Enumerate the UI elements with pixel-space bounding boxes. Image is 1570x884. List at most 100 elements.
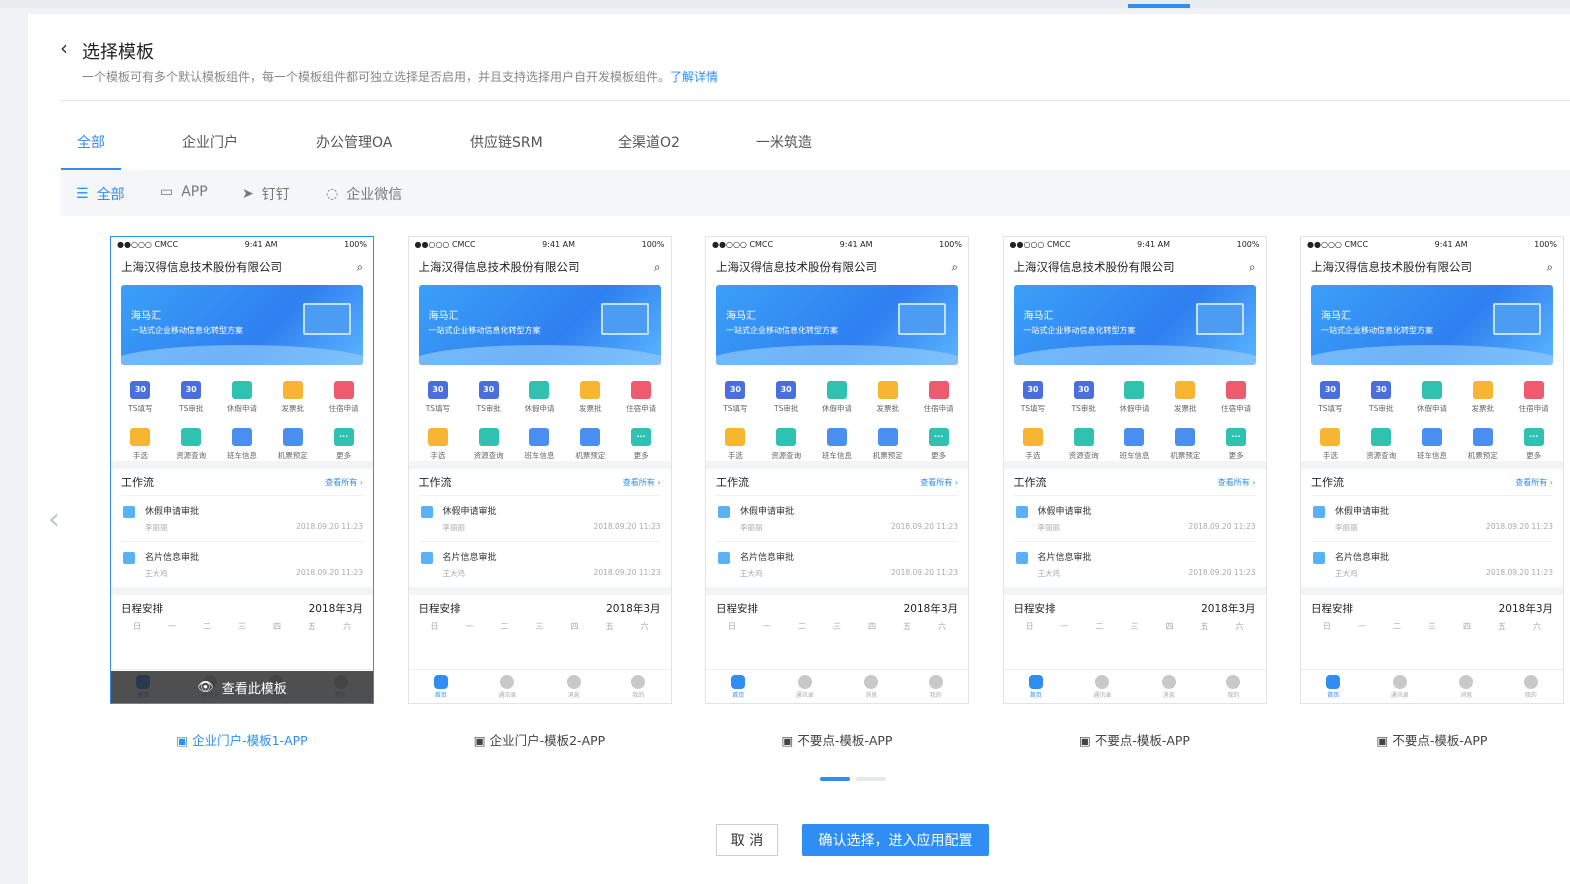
card-icon [123, 552, 135, 564]
weekday: 日 [133, 622, 141, 631]
back-chevron-icon[interactable]: ‹ [60, 38, 68, 58]
app-icon [631, 381, 652, 399]
banner-wave [418, 345, 661, 365]
carousel-dot-2[interactable] [856, 777, 886, 781]
app-icon: 30 [1073, 381, 1094, 399]
app-grid-label: 更多 [931, 451, 947, 460]
app-grid-label: 更多 [1228, 451, 1244, 460]
tab-oa[interactable]: 办公管理OA [316, 132, 392, 170]
template-card[interactable]: ●●○○○ CMCC 9:41 AM 100% 上海汉得信息技术股份有限公司 ⌕ 海马… [705, 236, 969, 704]
template-card-label[interactable]: ▣ 不要点-模板-APP [1003, 730, 1267, 749]
workflow-section: 工作流 查看所有 › 休假申请审批 李丽丽 2018.09.20 11:23 名片信息… [1301, 461, 1563, 587]
workflow-item-date: 2018.09.20 11:23 [1188, 522, 1256, 531]
clock: 9:41 AM [542, 239, 576, 249]
company-name: 上海汉得信息技术股份有限公司 [716, 260, 877, 274]
banner-title: 海马汇 [1321, 311, 1351, 322]
app-grid-item: 发票批 [1457, 381, 1508, 414]
workflow-item: 休假申请审批 李丽丽 2018.09.20 11:23 [121, 495, 363, 541]
app-grid-item: ··· 更多 [913, 428, 964, 461]
schedule-month: 2018年3月 [1201, 602, 1256, 615]
workflow-item: 休假申请审批 李丽丽 2018.09.20 11:23 [418, 495, 661, 541]
carousel-dot-1[interactable] [820, 777, 850, 781]
template-card[interactable]: ●●○○○ CMCC 9:41 AM 100% 上海汉得信息技术股份有限公司 ⌕ 海马… [110, 236, 374, 704]
carrier: ●●○○○ CMCC [117, 239, 179, 249]
app-grid-label: TS审批 [1071, 404, 1096, 413]
workflow-item-title: 休假申请审批 [145, 507, 200, 517]
workflow-item-title: 休假申请审批 [740, 507, 795, 517]
app-grid: 30 TS填写 30 TS审批 休假申请 发票批 住宿申请 手选 资源查询 班车信息 机票预定 ···… [1301, 367, 1563, 461]
weekday: 二 [1095, 622, 1104, 631]
nav-label: 通讯录 [1093, 691, 1112, 699]
app-icon: 30 [725, 381, 746, 399]
schedule-section: 日程安排 2018年3月 日 一 二 三 四 五 六 [1301, 587, 1563, 637]
filter-dingtalk[interactable]: ➤ 钉钉 [242, 184, 290, 204]
workflow-item: 休假申请审批 李丽丽 2018.09.20 11:23 [1311, 495, 1553, 541]
template-card-label[interactable]: ▣ 不要点-模板-APP [1300, 730, 1564, 749]
app-grid-item: 休假申请 [1109, 381, 1160, 414]
filter-all[interactable]: ☰ 全部 [76, 184, 125, 204]
app-icon [427, 428, 448, 446]
app-icon [1371, 428, 1392, 446]
app-grid-item: ··· 更多 [1211, 428, 1262, 461]
app-grid-item: 资源查询 [1356, 428, 1407, 461]
template-name: 企业门户-模板1-APP [192, 733, 308, 748]
description-text: 一个模板可有多个默认模板组件，每一个模板组件都可独立选择是否启用，并且支持选择用… [82, 70, 671, 84]
workflow-item-user: 王大鸡 [740, 569, 763, 578]
app-icon [1226, 381, 1247, 399]
app-grid-label: 住宿申请 [328, 404, 359, 413]
app-grid-label: 资源查询 [176, 451, 207, 460]
template-card[interactable]: ●●○○○ CMCC 9:41 AM 100% 上海汉得信息技术股份有限公司 ⌕ 海马… [1300, 236, 1564, 704]
schedule-title: 日程安排 [418, 602, 461, 615]
status-bar: ●●○○○ CMCC 9:41 AM 100% [409, 237, 671, 251]
app-grid-item: 住宿申请 [318, 381, 369, 414]
confirm-button[interactable]: 确认选择，进入应用配置 [802, 824, 989, 856]
app-grid-label: 班车信息 [1119, 451, 1150, 460]
app-grid-item: 手选 [1008, 428, 1059, 461]
weekday: 六 [1533, 622, 1541, 631]
schedule-month: 2018年3月 [308, 602, 363, 615]
tab-o2[interactable]: 全渠道O2 [618, 132, 680, 170]
tab-srm[interactable]: 供应链SRM [470, 132, 543, 170]
filter-app[interactable]: ▭ APP [160, 184, 208, 200]
template-card[interactable]: ●●○○○ CMCC 9:41 AM 100% 上海汉得信息技术股份有限公司 ⌕ 海马… [1002, 236, 1267, 704]
template-card[interactable]: ●●○○○ CMCC 9:41 AM 100% 上海汉得信息技术股份有限公司 ⌕ 海马… [407, 236, 672, 704]
weekday: 日 [728, 622, 736, 631]
app-grid-item: 30 TS审批 [166, 381, 217, 414]
workflow-item: 休假申请审批 李丽丽 2018.09.20 11:23 [1013, 495, 1256, 541]
template-card-label[interactable]: ▣ 企业门户-模板1-APP [110, 730, 374, 749]
top-indicator [1128, 4, 1190, 8]
workflow-item: 休假申请审批 李丽丽 2018.09.20 11:23 [716, 495, 958, 541]
carousel-prev-icon[interactable]: ‹ [48, 502, 60, 537]
view-template-overlay[interactable]: 👁 查看此模板 [111, 671, 373, 703]
banner-title: 海马汇 [428, 311, 459, 322]
card-icon [718, 552, 730, 564]
search-icon: ⌕ [356, 259, 363, 274]
template-card-label[interactable]: ▣ 企业门户-模板2-APP [408, 730, 672, 749]
filter-dingtalk-label: 钉钉 [261, 187, 290, 203]
filter-app-label: APP [181, 184, 208, 200]
bottom-nav-item: 首页 [731, 674, 746, 699]
weekday: 三 [238, 622, 246, 631]
weekday: 六 [938, 622, 946, 631]
workflow-item-title: 名片信息审批 [1037, 553, 1092, 563]
status-bar: ●●○○○ CMCC 9:41 AM 100% [111, 237, 373, 251]
banner-subtitle: 一站式企业移动信息化转型方案 [1023, 326, 1136, 335]
weekday: 一 [465, 622, 474, 631]
tab-all[interactable]: 全部 [61, 132, 121, 170]
app-grid-label: 更多 [336, 451, 352, 460]
tab-portal[interactable]: 企业门户 [182, 132, 238, 170]
app-grid-label: 发票批 [1471, 404, 1495, 413]
cancel-button[interactable]: 取 消 [716, 824, 778, 856]
calendar-icon [420, 506, 433, 518]
filter-wecom[interactable]: ◌ 企业微信 [326, 184, 402, 204]
template-card-label[interactable]: ▣ 不要点-模板-APP [705, 730, 969, 749]
app-grid-item: 30 TS审批 [1356, 381, 1407, 414]
workflow-item-user: 李丽丽 [1335, 523, 1358, 532]
app-grid-label: 手选 [727, 451, 743, 460]
bottom-nav: 首页 通讯录 消息 我的 [706, 669, 968, 703]
schedule-section: 日程安排 2018年3月 日 一 二 三 四 五 六 [111, 587, 373, 637]
app-grid-label: TS审批 [1369, 404, 1394, 413]
tab-yimi[interactable]: 一米筑造 [756, 132, 812, 170]
banner-wave [121, 345, 363, 365]
learn-more-link[interactable]: 了解详情 [670, 70, 718, 84]
